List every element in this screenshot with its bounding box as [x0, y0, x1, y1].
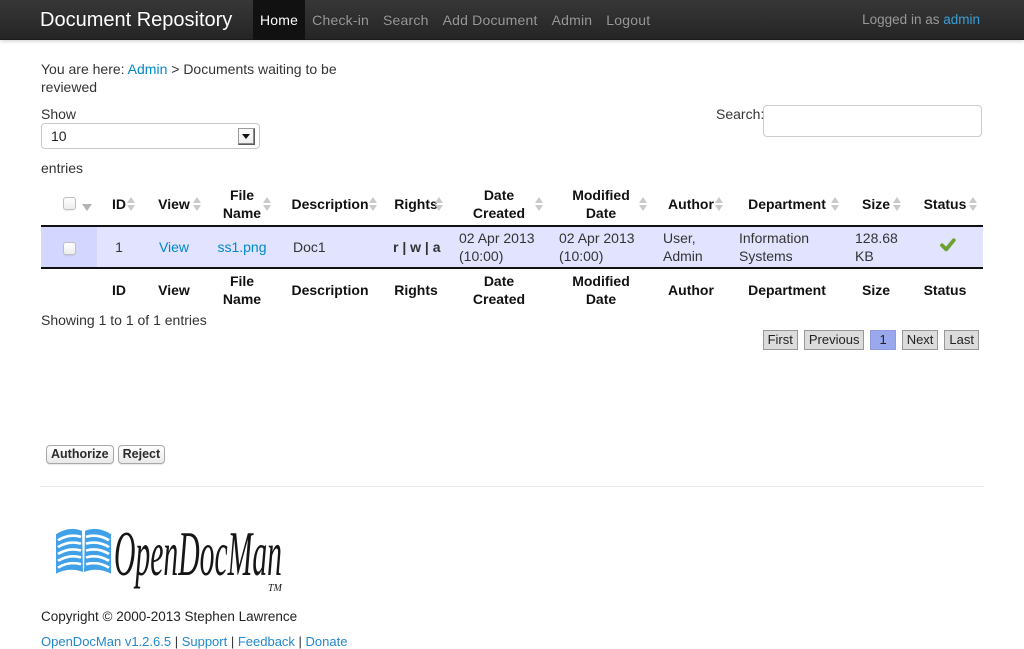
svg-text:TM: TM	[268, 583, 283, 594]
svg-text:OpenDocMan: OpenDocMan	[114, 518, 282, 589]
